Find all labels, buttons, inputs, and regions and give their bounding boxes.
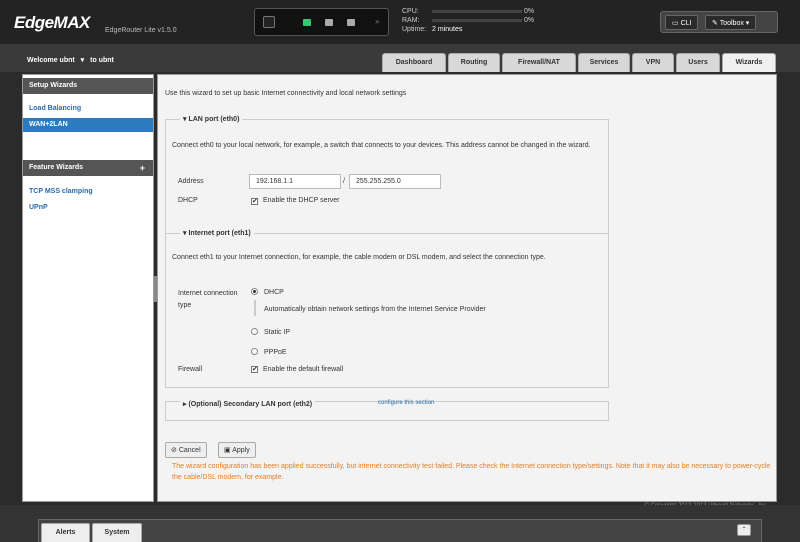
cpu-bar: [432, 10, 522, 13]
tab-wizards[interactable]: Wizards: [722, 53, 776, 72]
static-ip-label: Static IP: [264, 329, 291, 336]
port-status-panel: »: [254, 8, 389, 36]
sidebar-item-wan-2lan[interactable]: WAN+2LAN: [23, 118, 153, 132]
to-user-text: to ubnt: [90, 57, 114, 64]
wizard-intro: Use this wizard to set up basic Internet…: [165, 90, 407, 97]
tab-vpn[interactable]: VPN: [632, 53, 674, 72]
apply-label: Apply: [232, 447, 250, 454]
cli-label: CLI: [680, 20, 692, 27]
ram-value: 0%: [524, 17, 535, 24]
edgemax-logo: EdgeMAX: [14, 13, 90, 32]
configure-section-link[interactable]: configure this section: [378, 400, 434, 406]
triangle-down-icon: ▾: [183, 230, 187, 237]
plus-icon: +: [139, 163, 145, 173]
cli-button[interactable]: ▭ CLI: [665, 15, 699, 30]
tab-firewall-nat[interactable]: Firewall/NAT: [502, 53, 576, 72]
chevron-up-icon: ⌃: [741, 527, 747, 533]
eth0-port-icon: [303, 19, 311, 26]
secondary-lan-fieldset: ▸ (Optional) Secondary LAN port (eth2) c…: [165, 400, 609, 421]
collapse-footer-button[interactable]: ⌃: [737, 524, 751, 536]
firewall-checkbox-label: Enable the default firewall: [263, 366, 344, 373]
header-tools: ▭ CLI ✎ Toolbox ▾: [660, 11, 778, 33]
feature-wizards-label: Feature Wizards: [29, 164, 84, 171]
sidebar-item-load-balancing[interactable]: Load Balancing: [29, 105, 81, 112]
eth1-port-icon: [325, 19, 333, 26]
netmask-separator: /: [343, 178, 345, 185]
address-input[interactable]: 192.168.1.1: [249, 174, 341, 189]
toolbox-button[interactable]: ✎ Toolbox ▾: [705, 15, 757, 30]
wizard-warning: The wizard configuration has been applie…: [172, 463, 771, 481]
wrench-icon: ✎: [712, 20, 718, 27]
footer-panel: [38, 519, 762, 542]
terminal-icon: ▭: [672, 20, 679, 27]
dhcp-hint-bar: [254, 300, 256, 316]
dhcp-radio[interactable]: [251, 288, 258, 295]
welcome-text: Welcome ubnt: [27, 57, 75, 64]
cancel-icon: ⊘: [171, 447, 177, 454]
cpu-label: CPU:: [402, 8, 419, 15]
uptime-value: 2 minutes: [432, 26, 463, 33]
netmask-input[interactable]: 255.255.255.0: [349, 174, 441, 189]
pppoe-label: PPPoE: [264, 349, 287, 356]
sidebar-item-upnp[interactable]: UPnP: [29, 204, 48, 211]
cpu-value: 0%: [524, 8, 535, 15]
tab-users[interactable]: Users: [676, 53, 720, 72]
cancel-label: Cancel: [178, 447, 201, 454]
console-port-icon: [263, 16, 275, 28]
triangle-down-icon: ▾: [183, 116, 187, 123]
firewall-checkbox[interactable]: ✔: [251, 366, 258, 373]
footer-tab-system[interactable]: System: [92, 523, 142, 542]
toolbox-label: Toolbox: [719, 20, 744, 27]
system-stats: CPU: 0% RAM: 0% Uptime: 2 minutes: [402, 7, 534, 34]
address-label: Address: [178, 178, 204, 185]
apply-button[interactable]: ▣ Apply: [218, 442, 256, 458]
setup-wizards-header: Setup Wizards: [23, 78, 153, 94]
lan-description: Connect eth0 to your local network, for …: [172, 142, 591, 149]
internet-legend-text: Internet port (eth1): [188, 230, 251, 237]
internet-fieldset: ▾ Internet port (eth1) Connect eth1 to y…: [165, 229, 609, 388]
save-icon: ▣: [224, 447, 231, 454]
chevron-right-icon: »: [375, 17, 380, 26]
internet-legend[interactable]: ▾ Internet port (eth1): [180, 229, 254, 237]
static-ip-radio[interactable]: [251, 328, 258, 335]
device-title: EdgeRouter Lite v1.5.0: [105, 27, 177, 34]
cancel-button[interactable]: ⊘ Cancel: [165, 442, 207, 458]
connection-type-label: Internet connection type: [178, 290, 238, 309]
app-header: EdgeMAX EdgeRouter Lite v1.5.0 » CPU: 0%…: [0, 0, 800, 44]
sidebar-item-tcp-mss-clamping[interactable]: TCP MSS clamping: [29, 188, 93, 195]
wizard-panel: Use this wizard to set up basic Internet…: [157, 74, 777, 509]
pppoe-radio[interactable]: [251, 348, 258, 355]
firewall-label: Firewall: [178, 366, 203, 373]
lan-legend[interactable]: ▾ LAN port (eth0): [180, 115, 243, 123]
lan-legend-text: LAN port (eth0): [188, 116, 240, 123]
internet-description: Connect eth1 to your Internet connection…: [172, 254, 546, 261]
dhcp-server-label: Enable the DHCP server: [263, 197, 340, 204]
secondary-lan-legend-text: (Optional) Secondary LAN port (eth2): [188, 401, 313, 408]
eth2-port-icon: [347, 19, 355, 26]
dhcp-hint: Automatically obtain network settings fr…: [264, 306, 486, 313]
dhcp-option-label: DHCP: [264, 289, 284, 296]
dhcp-server-checkbox[interactable]: ✔: [251, 198, 258, 205]
secondary-lan-legend[interactable]: ▸ (Optional) Secondary LAN port (eth2): [180, 400, 316, 408]
triangle-right-icon: ▸: [183, 401, 187, 408]
tab-routing[interactable]: Routing: [448, 53, 500, 72]
tab-services[interactable]: Services: [578, 53, 630, 72]
tab-dashboard[interactable]: Dashboard: [382, 53, 446, 72]
ram-bar: [432, 19, 522, 22]
footer-tab-alerts[interactable]: Alerts: [41, 523, 90, 542]
dhcp-label: DHCP: [178, 197, 198, 204]
wizard-sidebar: Setup Wizards Load Balancing WAN+2LAN Fe…: [22, 74, 154, 502]
caret-down-icon: ▾: [80, 57, 85, 64]
user-menu[interactable]: Welcome ubnt ▾ to ubnt: [27, 56, 114, 64]
ram-label: RAM:: [402, 17, 420, 24]
uptime-label: Uptime:: [402, 26, 427, 33]
feature-wizards-header[interactable]: Feature Wizards +: [23, 160, 153, 176]
caret-down-icon: ▾: [745, 20, 750, 27]
